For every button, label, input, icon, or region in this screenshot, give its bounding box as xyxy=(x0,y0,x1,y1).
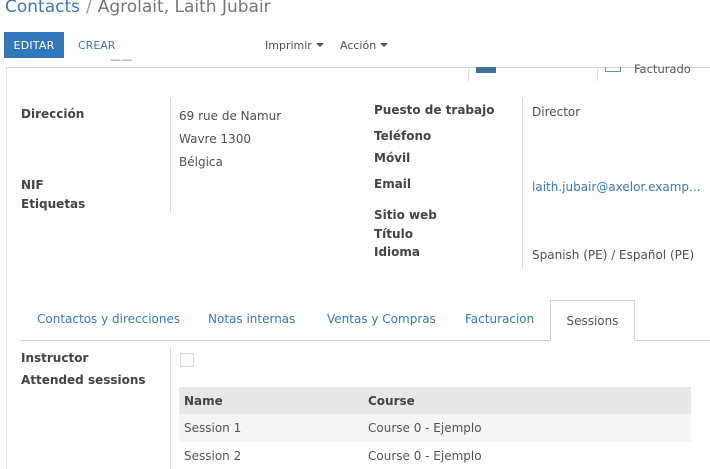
tags-label: Etiquetas xyxy=(21,197,86,211)
address-country: Bélgica xyxy=(179,155,223,169)
attended-sessions-label: Attended sessions xyxy=(21,373,146,387)
attended-sessions-table: Name Course Session 1 Course 0 - Ejemplo… xyxy=(179,387,691,469)
action-dropdown[interactable]: Acción xyxy=(340,32,389,58)
tab-contacts-addresses[interactable]: Contactos y direcciones xyxy=(37,312,180,326)
title-label: Título xyxy=(374,227,413,241)
email-link[interactable]: laith.jubair@axelor.examp... xyxy=(532,180,701,194)
address-city: Wavre 1300 xyxy=(179,132,251,146)
phone-label: Teléfono xyxy=(374,129,432,143)
session-name-cell: Session 2 xyxy=(184,449,242,463)
table-row[interactable]: Session 2 Course 0 - Ejemplo xyxy=(179,442,691,469)
website-label: Sitio web xyxy=(374,208,437,222)
tab-invoicing[interactable]: Facturacion xyxy=(465,312,534,326)
print-label: Imprimir xyxy=(265,38,312,52)
vat-label: NIF xyxy=(21,178,44,192)
job-position-label: Puesto de trabajo xyxy=(374,103,495,117)
tab-column-divider xyxy=(170,348,171,469)
left-column-divider xyxy=(170,98,171,213)
mobile-label: Móvil xyxy=(374,151,411,165)
session-course-cell: Course 0 - Ejemplo xyxy=(368,449,482,463)
invoice-icon xyxy=(605,67,621,72)
tab-sessions[interactable]: Sessions xyxy=(550,300,635,341)
breadcrumb-current: Agrolait, Laith Jubair xyxy=(97,0,271,17)
truncated-text: —— xyxy=(110,58,132,66)
address-street: 69 rue de Namur xyxy=(179,109,282,123)
column-header-name[interactable]: Name xyxy=(179,394,363,408)
job-position-value: Director xyxy=(532,105,581,119)
email-label: Email xyxy=(374,177,412,191)
language-value: Spanish (PE) / Español (PE) xyxy=(532,248,695,262)
session-course-cell: Course 0 - Ejemplo xyxy=(368,421,482,435)
column-header-course[interactable]: Course xyxy=(363,394,691,408)
breadcrumb-contacts-link[interactable]: Contacts xyxy=(5,0,80,17)
action-label: Acción xyxy=(340,38,377,52)
instructor-label: Instructor xyxy=(21,351,89,365)
caret-down-icon xyxy=(380,43,389,47)
table-row[interactable]: Session 1 Course 0 - Ejemplo xyxy=(179,414,691,442)
table-header: Name Course xyxy=(179,387,691,414)
tab-internal-notes[interactable]: Notas internas xyxy=(208,312,295,326)
instructor-checkbox[interactable] xyxy=(180,353,194,367)
session-name-cell: Session 1 xyxy=(184,421,242,435)
breadcrumb-separator: / xyxy=(86,0,92,17)
document-icon xyxy=(476,67,496,73)
tab-sales-purchases[interactable]: Ventas y Compras xyxy=(327,312,436,326)
edit-button[interactable]: EDITAR xyxy=(4,32,64,58)
right-column-divider xyxy=(522,98,523,268)
stat-invoiced-label[interactable]: Facturado xyxy=(634,60,691,74)
print-dropdown[interactable]: Imprimir xyxy=(265,32,324,58)
breadcrumb: Contacts / Agrolait, Laith Jubair xyxy=(5,0,271,17)
address-label: Dirección xyxy=(21,107,85,121)
create-button[interactable]: CREAR xyxy=(78,32,115,58)
language-label: Idioma xyxy=(374,245,421,259)
caret-down-icon xyxy=(315,43,324,47)
